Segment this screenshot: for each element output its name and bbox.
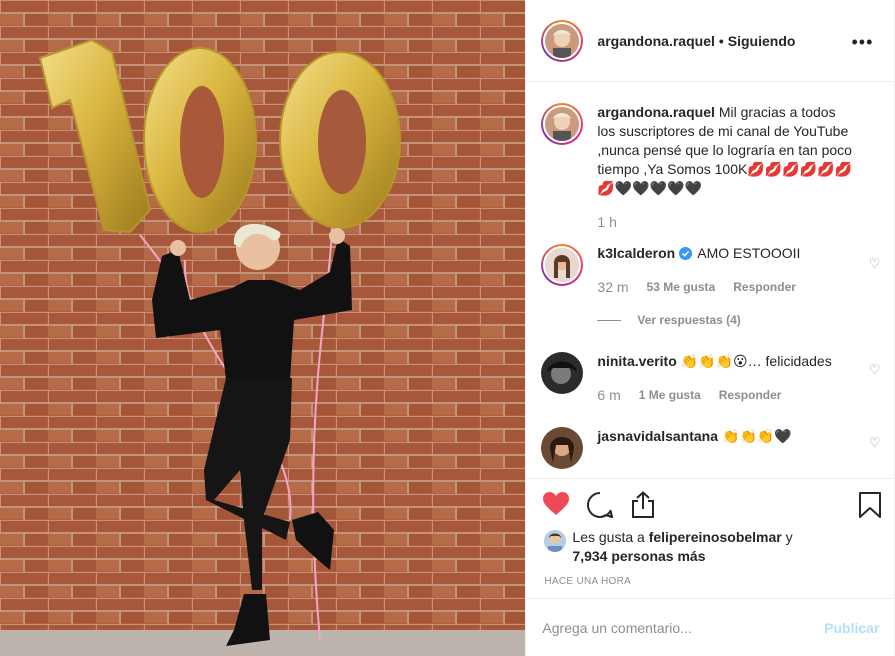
share-icon[interactable] (630, 491, 656, 519)
comment-username[interactable]: ninita.verito (597, 353, 676, 369)
view-replies-label[interactable]: Ver respuestas (4) (637, 311, 740, 330)
post-photo[interactable] (0, 0, 526, 656)
liker-username[interactable]: felipereinosobelmar (649, 529, 782, 545)
more-icon[interactable]: ••• (852, 32, 874, 53)
caption-meta: 1 h (597, 213, 855, 232)
comment-likes[interactable]: 53 Me gusta (647, 278, 716, 297)
liker-avatar[interactable] (544, 530, 567, 552)
likes-prefix: Les gusta a (572, 529, 645, 545)
comment-avatar[interactable] (541, 352, 584, 394)
caption-time[interactable]: 1 h (597, 213, 616, 232)
instagram-post: argandona.raquel • Siguiendo ••• argando… (0, 0, 895, 656)
comment-text: AMO ESTOOOII (697, 245, 801, 261)
author-username[interactable]: argandona.raquel (597, 33, 714, 49)
comment-meta: 32 m 53 Me gusta Responder (597, 278, 855, 297)
photo-illustration (0, 0, 526, 656)
bookmark-icon[interactable] (858, 491, 882, 519)
comment-item: k3lcalderon AMO ESTOOOII 32 m 53 Me gusta… (541, 244, 880, 330)
comment-body: jasnavidalsantana 👏👏👏🖤 (597, 427, 855, 469)
comment-item: jasnavidalsantana 👏👏👏🖤 ♡ (541, 427, 880, 469)
reply-button[interactable]: Responder (719, 386, 782, 405)
comment-input[interactable]: Agrega un comentario... (542, 620, 824, 636)
comment-text: 👏👏👏🖤 (722, 428, 792, 444)
separator-dot: • (718, 32, 724, 49)
comment-item: ninita.verito 👏👏👏😮… felicidades 6 m 1 Me … (541, 352, 880, 405)
comment-icon[interactable] (586, 491, 614, 519)
verified-icon (679, 245, 697, 261)
caption-avatar[interactable] (541, 103, 584, 145)
publish-button[interactable]: Publicar (824, 620, 879, 636)
replies-line (597, 320, 622, 321)
comment-body: ninita.verito 👏👏👏😮… felicidades 6 m 1 Me … (597, 352, 855, 405)
post-timestamp[interactable]: HACE UNA HORA (544, 576, 631, 587)
heart-outline-icon[interactable]: ♡ (869, 435, 881, 451)
author-info: argandona.raquel • Siguiendo (597, 33, 795, 49)
comment-avatar[interactable] (541, 244, 584, 286)
comments-list[interactable]: argandona.raquel Mil gracias a todos los … (526, 83, 895, 477)
reply-button[interactable]: Responder (733, 278, 796, 297)
caption-username[interactable]: argandona.raquel (597, 104, 714, 120)
caption: argandona.raquel Mil gracias a todos los … (541, 103, 880, 232)
comment-username[interactable]: k3lcalderon (597, 245, 675, 261)
heart-outline-icon[interactable]: ♡ (869, 256, 881, 272)
view-replies[interactable]: Ver respuestas (4) (597, 311, 855, 330)
caption-body: argandona.raquel Mil gracias a todos los … (597, 103, 855, 232)
comment-avatar[interactable] (541, 427, 584, 469)
add-comment-bar: Agrega un comentario... Publicar (526, 598, 895, 656)
likes-others[interactable]: 7,934 personas más (572, 548, 705, 564)
comment-likes[interactable]: 1 Me gusta (639, 386, 701, 405)
heart-outline-icon[interactable]: ♡ (869, 362, 881, 378)
comment-text: 👏👏👏😮… felicidades (680, 353, 832, 369)
likes-text: Les gusta a felipereinosobelmar y 7,934 … (572, 528, 792, 566)
post-actions: Les gusta a felipereinosobelmar y 7,934 … (526, 478, 895, 618)
post-header: argandona.raquel • Siguiendo ••• (526, 0, 895, 82)
action-icons (542, 491, 882, 521)
likes-connector: y (785, 529, 793, 545)
comment-time[interactable]: 6 m (597, 386, 620, 405)
heart-filled-icon[interactable] (542, 491, 570, 517)
comment-time[interactable]: 32 m (597, 278, 628, 297)
author-avatar[interactable] (541, 19, 584, 62)
comment-username[interactable]: jasnavidalsantana (597, 428, 718, 444)
comment-body: k3lcalderon AMO ESTOOOII 32 m 53 Me gusta… (597, 244, 855, 330)
post-side-panel: argandona.raquel • Siguiendo ••• argando… (525, 0, 895, 656)
comment-meta: 6 m 1 Me gusta Responder (597, 386, 855, 405)
follow-status[interactable]: Siguiendo (728, 33, 796, 49)
likes-summary: Les gusta a felipereinosobelmar y 7,934 … (544, 528, 793, 566)
